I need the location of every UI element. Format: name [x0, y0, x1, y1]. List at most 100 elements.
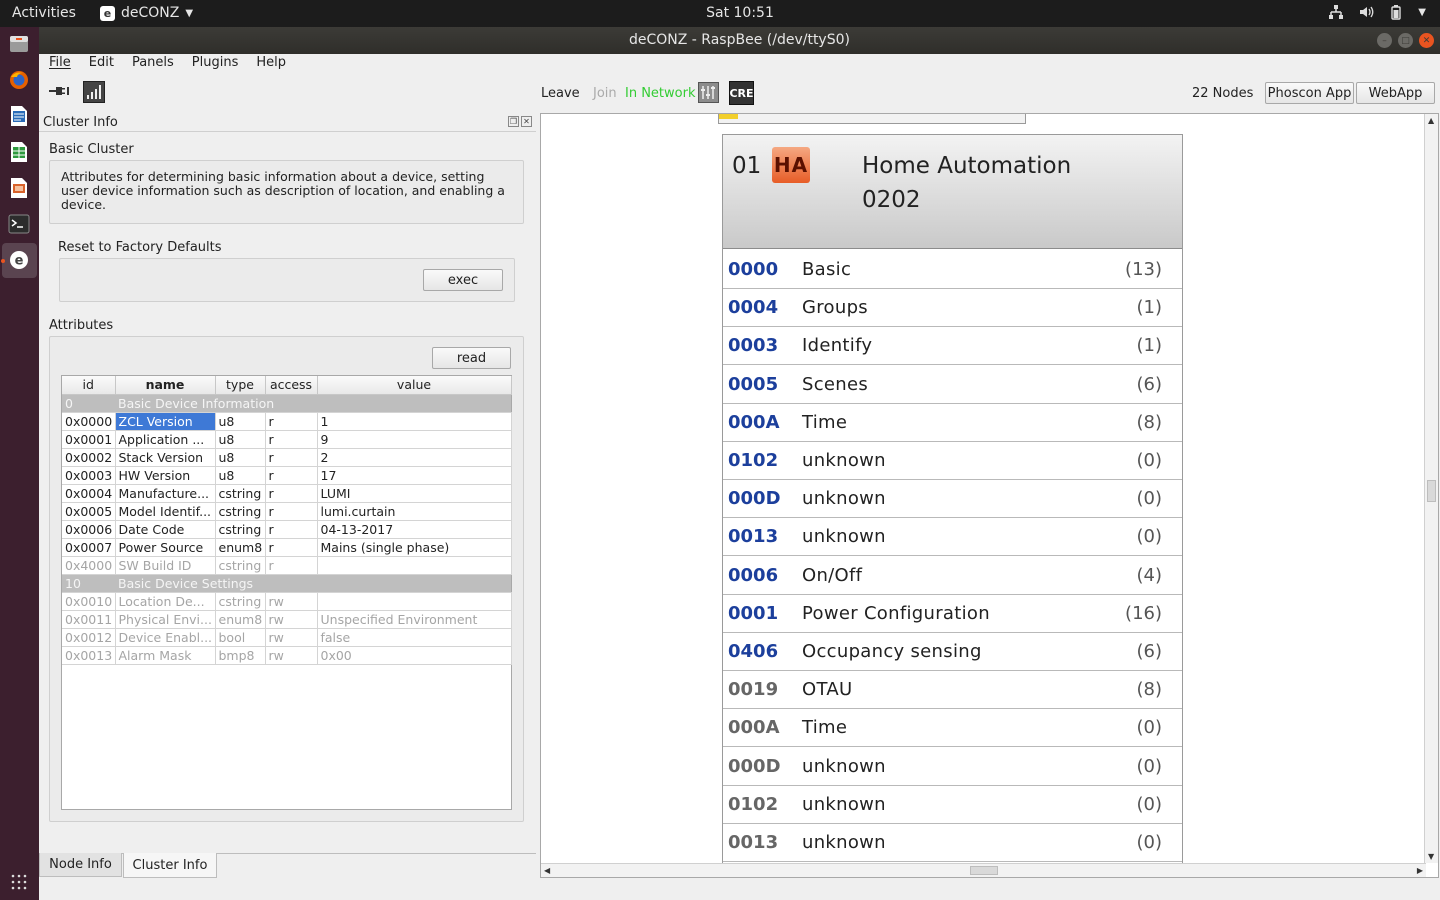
menu-file[interactable]: File [39, 54, 79, 74]
server-cluster-row[interactable]: 000D unknown (0) [723, 480, 1182, 519]
cre-button[interactable]: CRE [729, 81, 754, 105]
column-id[interactable]: id [62, 376, 116, 395]
system-menu-chevron-icon[interactable]: ▼ [1418, 7, 1426, 18]
webapp-button[interactable]: WebApp [1356, 82, 1435, 104]
cluster-id: 0013 [728, 832, 779, 853]
channel-mask-icon[interactable] [698, 82, 719, 107]
attribute-row[interactable]: 0x0007 Power Source enum8 r Mains (single ph… [62, 538, 512, 557]
attribute-row[interactable]: 0x0004 Manufacture... cstring r LUMI [62, 484, 512, 503]
column-value[interactable]: value [317, 376, 512, 395]
client-cluster-row[interactable]: 0102 unknown (0) [723, 785, 1182, 824]
show-applications-icon[interactable] [11, 874, 27, 890]
firefox-icon[interactable] [7, 68, 31, 92]
server-cluster-row[interactable]: 0406 Occupancy sensing (6) [723, 633, 1182, 671]
attribute-row[interactable]: 0x0012 Device Enabl... bool rw false [62, 628, 512, 647]
vertical-scroll-thumb[interactable] [1427, 480, 1436, 502]
server-cluster-row[interactable]: 0001 Power Configuration (16) [723, 594, 1182, 633]
attribute-row[interactable]: 0x0006 Date Code cstring r 04-13-2017 [62, 520, 512, 539]
activities-button[interactable]: Activities [12, 5, 76, 21]
vertical-scrollbar[interactable]: ▲ ▼ [1424, 114, 1438, 863]
attribute-row[interactable]: 0x0000 ZCL Version u8 r 1 [62, 412, 512, 431]
attribute-row[interactable]: 0x0013 Alarm Mask bmp8 rw 0x00 [62, 646, 512, 665]
files-icon[interactable] [7, 32, 31, 56]
cluster-id: 000D [728, 488, 781, 510]
attribute-type-cell: u8 [215, 466, 266, 485]
attribute-row[interactable]: 0x0001 Application ... u8 r 9 [62, 430, 512, 449]
calc-icon[interactable] [7, 140, 31, 164]
network-status: In Network [625, 86, 696, 101]
plug-icon[interactable] [49, 84, 71, 102]
cluster-attribute-count: (6) [1136, 641, 1163, 662]
attribute-group-row[interactable]: 10 Basic Device Settings [62, 574, 511, 593]
node-graph-view[interactable]: 01 HA Home Automation 0202 0000 Basic (13)… [540, 113, 1439, 878]
server-cluster-row[interactable]: 0004 Groups (1) [723, 289, 1182, 328]
attribute-row[interactable]: 0x0002 Stack Version u8 r 2 [62, 448, 512, 467]
attribute-group-row[interactable]: 0 Basic Device Information [62, 394, 511, 413]
client-cluster-row[interactable]: 000D unknown (0) [723, 747, 1182, 786]
signal-strength-icon[interactable] [83, 81, 105, 107]
endpoint-number: 01 [732, 153, 762, 179]
tab-cluster-info[interactable]: Cluster Info [123, 853, 217, 878]
server-cluster-row[interactable]: 0013 unknown (0) [723, 518, 1182, 557]
attribute-row[interactable]: 0x0010 Location De... cstring rw [62, 592, 512, 611]
deconz-dock-icon[interactable]: e [7, 248, 31, 272]
attribute-row[interactable]: 0x4000 SW Build ID cstring r [62, 556, 512, 575]
attribute-type-cell: cstring [215, 556, 266, 575]
server-cluster-row[interactable]: 0003 Identify (1) [723, 327, 1182, 366]
read-button[interactable]: read [432, 347, 511, 369]
impress-icon[interactable] [7, 176, 31, 200]
exec-button[interactable]: exec [423, 269, 503, 291]
cluster-attribute-count: (0) [1136, 526, 1163, 548]
home-automation-icon: HA [772, 147, 810, 183]
volume-icon[interactable] [1358, 4, 1374, 20]
menu-plugins[interactable]: Plugins [182, 54, 247, 74]
scroll-up-icon[interactable]: ▲ [1428, 116, 1434, 125]
endpoint-header[interactable]: 01 HA Home Automation 0202 [723, 135, 1182, 249]
attribute-row[interactable]: 0x0003 HW Version u8 r 17 [62, 466, 512, 485]
attribute-id-cell: 0x0010 [62, 592, 116, 611]
horizontal-scroll-thumb[interactable] [970, 866, 998, 875]
battery-icon[interactable] [1388, 4, 1404, 20]
tab-node-info[interactable]: Node Info [39, 853, 122, 877]
terminal-icon[interactable] [7, 212, 31, 236]
writer-icon[interactable] [7, 104, 31, 128]
client-cluster-row[interactable]: 000A Time (0) [723, 709, 1182, 748]
column-access[interactable]: access [265, 376, 318, 395]
server-cluster-row[interactable]: 000A Time (8) [723, 403, 1182, 442]
cluster-attribute-count: (4) [1136, 564, 1163, 586]
server-cluster-row[interactable]: 0005 Scenes (6) [723, 365, 1182, 404]
attribute-table[interactable]: id name type access value 0 Basic Device … [61, 375, 512, 810]
phoscon-app-button[interactable]: Phoscon App [1265, 82, 1354, 104]
maximize-icon[interactable]: □ [1398, 33, 1413, 48]
client-cluster-row[interactable]: 0013 unknown (0) [723, 824, 1182, 862]
close-icon[interactable]: ✕ [1419, 33, 1434, 48]
menu-edit[interactable]: Edit [79, 54, 122, 74]
menu-help[interactable]: Help [246, 54, 294, 74]
server-cluster-row[interactable]: 0000 Basic (13) [723, 251, 1182, 289]
column-name[interactable]: name [115, 376, 216, 395]
attribute-row[interactable]: 0x0005 Model Identif... cstring r lumi.curta… [62, 502, 512, 521]
join-button[interactable]: Join [593, 86, 617, 101]
attribute-row[interactable]: 0x0011 Physical Envi... enum8 rw Unspecified… [62, 610, 512, 629]
client-cluster-row[interactable]: 0019 OTAU (8) [723, 671, 1182, 710]
group-id-cell: 10 [62, 574, 115, 593]
close-panel-icon[interactable]: ✕ [521, 116, 532, 127]
minimize-icon[interactable]: – [1377, 33, 1392, 48]
menu-panels[interactable]: Panels [122, 54, 182, 74]
server-cluster-row[interactable]: 0006 On/Off (4) [723, 556, 1182, 595]
server-cluster-row[interactable]: 0102 unknown (0) [723, 442, 1182, 480]
cluster-attribute-count: (0) [1136, 793, 1163, 815]
horizontal-scrollbar[interactable]: ◀ ▶ [541, 863, 1426, 877]
app-menu[interactable]: e deCONZ ▼ [100, 5, 193, 21]
scroll-left-icon[interactable]: ◀ [544, 866, 550, 875]
window-titlebar[interactable]: deCONZ - RaspBee (/dev/ttyS0) – □ ✕ [39, 27, 1440, 54]
leave-button[interactable]: Leave [541, 86, 580, 101]
scroll-down-icon[interactable]: ▼ [1428, 852, 1434, 861]
attribute-name-cell: Date Code [115, 520, 216, 539]
column-type[interactable]: type [215, 376, 266, 395]
network-icon[interactable] [1328, 4, 1344, 20]
scroll-right-icon[interactable]: ▶ [1417, 866, 1423, 875]
clock[interactable]: Sat 10:51 [0, 5, 1440, 21]
float-panel-icon[interactable]: ❐ [508, 116, 519, 127]
attribute-value-cell: 04-13-2017 [317, 520, 512, 539]
